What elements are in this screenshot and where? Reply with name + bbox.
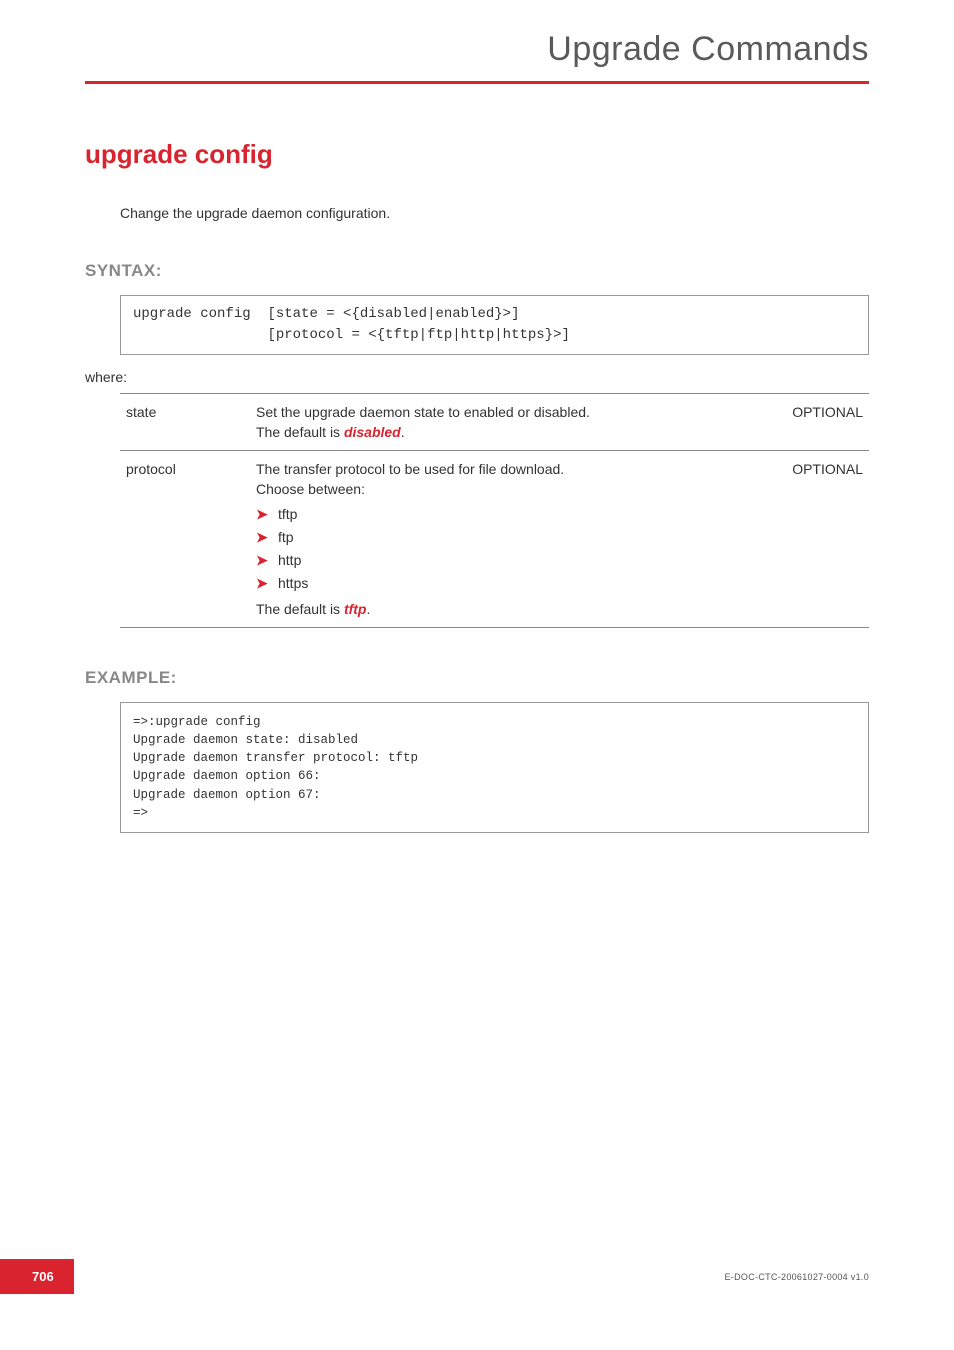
command-title: upgrade config [85, 139, 869, 170]
param-desc-cell: The transfer protocol to be used for fil… [250, 451, 759, 628]
list-item: ➤ftp [256, 526, 753, 549]
default-suffix: . [401, 424, 405, 440]
content-area: upgrade config Change the upgrade daemon… [0, 139, 954, 833]
param-desc: Set the upgrade daemon state to enabled … [256, 404, 753, 420]
option-text: http [278, 552, 301, 568]
table-row: state Set the upgrade daemon state to en… [120, 394, 869, 451]
chevron-icon: ➤ [256, 529, 278, 546]
syntax-command: upgrade config [133, 306, 251, 322]
syntax-box: upgrade config [state = <{disabled|enabl… [120, 295, 869, 355]
list-item: ➤http [256, 549, 753, 572]
list-item: ➤tftp [256, 503, 753, 526]
footer: 706 E-DOC-CTC-20061027-0004 v1.0 [0, 1259, 954, 1294]
param-desc: The transfer protocol to be used for fil… [256, 461, 753, 477]
default-suffix: . [366, 601, 370, 617]
default-prefix: The default is [256, 601, 344, 617]
example-box: =>:upgrade config Upgrade daemon state: … [120, 702, 869, 833]
option-list: ➤tftp ➤ftp ➤http ➤https [256, 503, 753, 595]
list-item: ➤https [256, 572, 753, 595]
default-value: tftp [344, 601, 367, 617]
param-name: state [120, 394, 250, 451]
page-header-title: Upgrade Commands [0, 0, 954, 81]
example-section: EXAMPLE: =>:upgrade config Upgrade daemo… [85, 668, 869, 833]
option-text: ftp [278, 529, 294, 545]
default-value: disabled [344, 424, 401, 440]
where-label: where: [85, 369, 869, 385]
params-table: state Set the upgrade daemon state to en… [120, 393, 869, 628]
chevron-icon: ➤ [256, 506, 278, 523]
param-default: The default is disabled. [256, 424, 753, 440]
option-text: tftp [278, 506, 297, 522]
command-description: Change the upgrade daemon configuration. [120, 205, 869, 221]
param-optional: OPTIONAL [759, 451, 869, 628]
param-desc-cell: Set the upgrade daemon state to enabled … [250, 394, 759, 451]
chevron-icon: ➤ [256, 552, 278, 569]
option-text: https [278, 575, 308, 591]
choose-label: Choose between: [256, 481, 753, 497]
param-name: protocol [120, 451, 250, 628]
footer-inner: 706 E-DOC-CTC-20061027-0004 v1.0 [0, 1259, 954, 1294]
syntax-heading: SYNTAX: [85, 261, 869, 281]
header-divider [85, 81, 869, 84]
page-number-badge: 706 [0, 1259, 74, 1294]
param-default: The default is tftp. [256, 601, 753, 617]
param-optional: OPTIONAL [759, 394, 869, 451]
example-heading: EXAMPLE: [85, 668, 869, 688]
default-prefix: The default is [256, 424, 344, 440]
table-row: protocol The transfer protocol to be use… [120, 451, 869, 628]
syntax-args: [state = <{disabled|enabled}>] [protocol… [267, 304, 569, 346]
chevron-icon: ➤ [256, 575, 278, 592]
footer-doc-id: E-DOC-CTC-20061027-0004 v1.0 [725, 1272, 869, 1282]
